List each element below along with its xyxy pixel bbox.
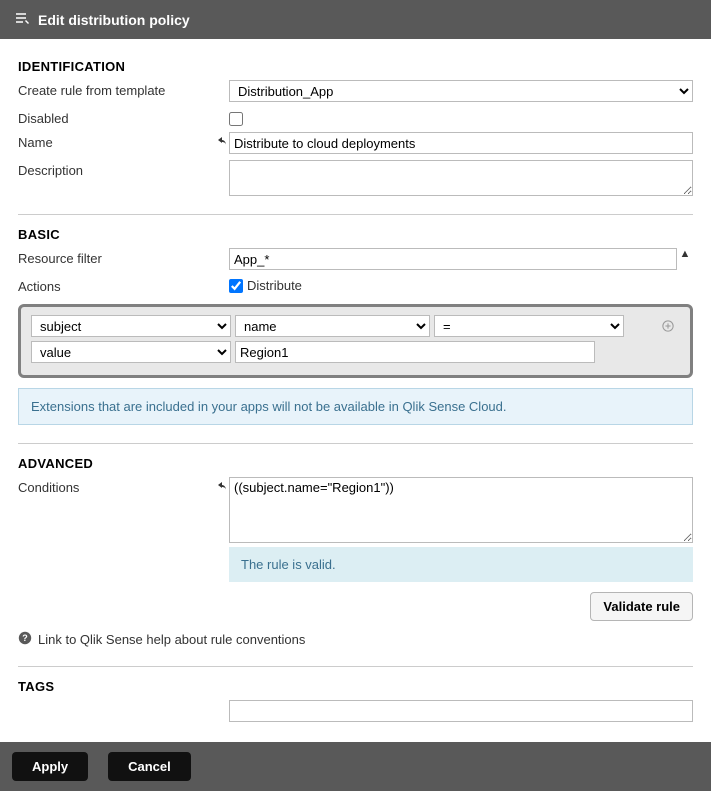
info-message: Extensions that are included in your app… [18, 388, 693, 425]
dialog-header: Edit distribution policy [0, 0, 711, 39]
resource-filter-expand-icon[interactable]: ▲ [677, 248, 693, 260]
description-textarea[interactable] [229, 160, 693, 196]
rule-operator-select[interactable]: = [434, 315, 624, 337]
rule-builder: subject name = value [18, 304, 693, 378]
template-label: Create rule from template [18, 80, 215, 98]
help-icon: ? [18, 631, 38, 648]
rule-value-input[interactable] [235, 341, 595, 363]
revert-icon[interactable] [215, 132, 229, 147]
help-link[interactable]: ? Link to Qlik Sense help about rule con… [18, 631, 693, 648]
rule-attribute-select[interactable]: name [235, 315, 430, 337]
section-identification-title: IDENTIFICATION [18, 59, 693, 74]
resource-filter-label: Resource filter [18, 248, 215, 266]
disabled-label: Disabled [18, 108, 215, 126]
tags-input[interactable] [229, 700, 693, 722]
conditions-textarea[interactable]: ((subject.name="Region1")) [229, 477, 693, 543]
divider [18, 443, 693, 444]
actions-label: Actions [18, 276, 215, 294]
description-label: Description [18, 160, 215, 178]
rule-subject-select[interactable]: subject [31, 315, 231, 337]
name-label: Name [18, 132, 215, 150]
distribute-checkbox[interactable] [229, 279, 243, 293]
resource-filter-input[interactable] [229, 248, 677, 270]
apply-button[interactable]: Apply [12, 752, 88, 781]
disabled-checkbox[interactable] [229, 112, 243, 126]
section-advanced-title: ADVANCED [18, 456, 693, 471]
section-basic-title: BASIC [18, 227, 693, 242]
svg-text:?: ? [22, 633, 28, 643]
dialog-footer: Apply Cancel [0, 742, 711, 791]
divider [18, 214, 693, 215]
add-rule-icon[interactable] [662, 317, 680, 335]
revert-icon[interactable] [215, 477, 229, 543]
rule-valuetype-select[interactable]: value [31, 341, 231, 363]
dialog-title: Edit distribution policy [38, 12, 190, 28]
divider [18, 666, 693, 667]
edit-icon [14, 10, 38, 29]
distribute-label: Distribute [247, 278, 302, 293]
cancel-button[interactable]: Cancel [108, 752, 191, 781]
validate-rule-button[interactable]: Validate rule [590, 592, 693, 621]
conditions-label: Conditions [18, 477, 215, 495]
name-input[interactable] [229, 132, 693, 154]
template-select[interactable]: Distribution_App [229, 80, 693, 102]
validation-message: The rule is valid. [229, 547, 693, 582]
section-tags-title: TAGS [18, 679, 693, 694]
